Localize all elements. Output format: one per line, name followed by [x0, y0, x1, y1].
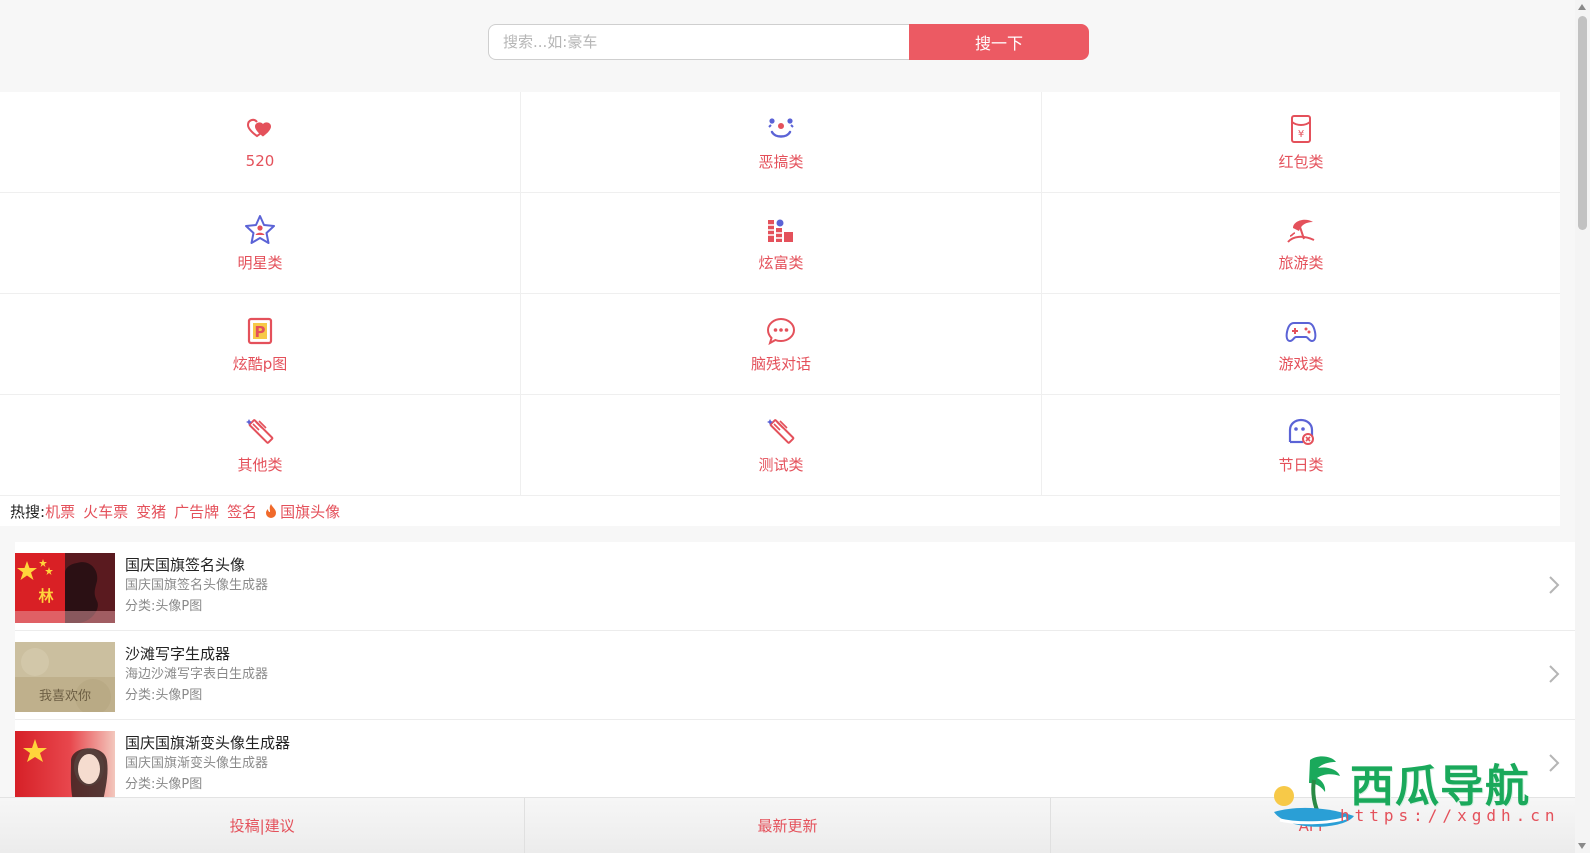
category-label: 520 [245, 152, 275, 170]
gradient-flag-portrait-image [15, 731, 115, 801]
flag-portrait-image: 林 [15, 553, 115, 623]
scroll-thumb[interactable] [1578, 16, 1587, 230]
page-scrollbar[interactable] [1575, 0, 1590, 853]
hot-link[interactable]: 火车票 [83, 501, 128, 522]
category-label: 红包类 [1278, 152, 1324, 171]
category-520[interactable]: 520 [0, 92, 521, 193]
scroll-up-arrow-icon[interactable] [1578, 4, 1586, 10]
category-label: 其他类 [237, 455, 283, 474]
item-subtitle: 国庆国旗渐变头像生成器 [125, 756, 269, 771]
category-label: 炫富类 [758, 253, 804, 272]
category-silly-chat[interactable]: 脑残对话 [521, 294, 1042, 395]
chevron-right-icon [1549, 665, 1560, 683]
search-bar: 搜一下 [488, 24, 1089, 60]
item-thumbnail: 林 [15, 553, 115, 623]
category-grid: 520 恶搞类 ¥ 红包类 明星类 炫富类 旅游类 P 炫酷p图 脑残对话 游戏… [0, 92, 1560, 496]
svg-text:我喜欢你: 我喜欢你 [39, 689, 91, 704]
category-prank[interactable]: 恶搞类 [521, 92, 1042, 193]
magic-wand-icon [767, 418, 795, 444]
chevron-right-icon [1549, 754, 1560, 772]
clown-face-icon [768, 117, 794, 138]
item-category: 分类:头像P图 [125, 599, 203, 614]
chevron-right-icon [1549, 576, 1560, 594]
category-label: 恶搞类 [758, 152, 804, 171]
sand-writing-image: 我喜欢你 [15, 642, 115, 712]
category-label: 节日类 [1278, 455, 1324, 474]
bottom-nav: 投稿|建议 最新更新 APP [0, 797, 1575, 853]
list-item[interactable]: 林 国庆国旗签名头像 国庆国旗签名头像生成器 分类:头像P图 [15, 542, 1575, 631]
search-input[interactable] [488, 24, 909, 60]
hot-link[interactable]: 广告牌 [174, 501, 219, 522]
category-other[interactable]: 其他类 [0, 395, 521, 496]
item-subtitle: 海边沙滩写字表白生成器 [125, 667, 269, 682]
category-game[interactable]: 游戏类 [1042, 294, 1560, 395]
category-label: 炫酷p图 [232, 354, 288, 373]
item-category: 分类:头像P图 [125, 688, 203, 703]
hot-link[interactable]: 签名 [227, 501, 257, 522]
tab-latest-updates[interactable]: 最新更新 [525, 798, 1051, 853]
svg-text:P: P [255, 323, 266, 341]
item-category: 分类:头像P图 [125, 777, 203, 792]
chat-bubble-icon [766, 317, 796, 345]
hot-search: 热搜: 机票 火车票 变猪 广告牌 签名 国旗头像 [0, 496, 1560, 526]
item-subtitle: 国庆国旗签名头像生成器 [125, 578, 269, 593]
category-festival[interactable]: 节日类 [1042, 395, 1560, 496]
list-item[interactable]: 我喜欢你 沙滩写字生成器 海边沙滩写字表白生成器 分类:头像P图 [15, 631, 1575, 720]
category-label: 游戏类 [1278, 354, 1324, 373]
star-person-icon [245, 214, 275, 244]
hot-link[interactable]: 变猪 [136, 501, 166, 522]
item-text: 沙滩写字生成器 海边沙滩写字表白生成器 分类:头像P图 [125, 642, 268, 706]
category-cool-p-photo[interactable]: P 炫酷p图 [0, 294, 521, 395]
category-label: 旅游类 [1278, 253, 1324, 272]
category-label: 测试类 [758, 455, 804, 474]
item-text: 国庆国旗渐变头像生成器 国庆国旗渐变头像生成器 分类:头像P图 [125, 731, 290, 795]
scroll-down-arrow-icon[interactable] [1578, 843, 1586, 849]
tab-app[interactable]: APP [1051, 798, 1575, 853]
beach-umbrella-icon [1287, 219, 1315, 243]
hot-link[interactable]: 国旗头像 [280, 501, 340, 522]
list-item[interactable]: 国庆国旗渐变头像生成器 国庆国旗渐变头像生成器 分类:头像P图 [15, 720, 1575, 809]
svg-text:¥: ¥ [1298, 129, 1304, 140]
category-label: 明星类 [237, 253, 283, 272]
svg-text:林: 林 [38, 587, 54, 605]
item-thumbnail: 我喜欢你 [15, 642, 115, 712]
magic-wand-icon [246, 418, 274, 444]
gamepad-icon [1285, 321, 1317, 342]
tab-submit-feedback[interactable]: 投稿|建议 [0, 798, 526, 853]
flame-icon [266, 503, 277, 518]
red-envelope-icon: ¥ [1291, 114, 1311, 143]
item-text: 国庆国旗签名头像 国庆国旗签名头像生成器 分类:头像P图 [125, 553, 268, 617]
category-celebrity[interactable]: 明星类 [0, 193, 521, 294]
item-title: 沙滩写字生成器 [125, 645, 231, 663]
item-title: 国庆国旗渐变头像生成器 [125, 734, 291, 752]
parking-p-icon: P [247, 317, 273, 344]
page: 搜一下 520 恶搞类 ¥ 红包 [0, 0, 1575, 853]
item-thumbnail [15, 731, 115, 801]
festival-mask-icon [1288, 418, 1314, 445]
item-title: 国庆国旗签名头像 [125, 556, 246, 574]
category-test[interactable]: 测试类 [521, 395, 1042, 496]
tool-list: 林 国庆国旗签名头像 国庆国旗签名头像生成器 分类:头像P图 我喜欢你 沙滩写字… [15, 542, 1575, 809]
search-button[interactable]: 搜一下 [909, 24, 1089, 60]
heart-icon [246, 118, 271, 138]
money-stack-icon [768, 219, 793, 242]
hot-link[interactable]: 机票 [45, 501, 75, 522]
category-label: 脑残对话 [750, 354, 811, 373]
category-travel[interactable]: 旅游类 [1042, 193, 1560, 294]
category-show-off[interactable]: 炫富类 [521, 193, 1042, 294]
hot-search-title: 热搜: [10, 502, 46, 521]
category-red-envelope[interactable]: ¥ 红包类 [1042, 92, 1560, 193]
